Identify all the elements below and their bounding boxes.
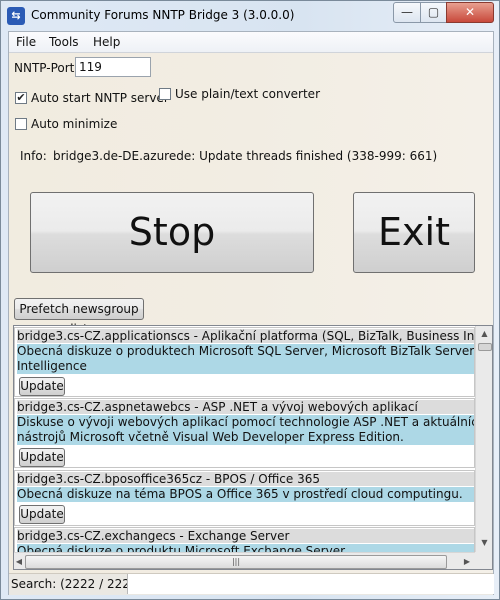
app-icon: ⇆ [7,7,25,25]
list-item: bridge3.cs-CZ.bposoffice365cz - BPOS / O… [14,470,475,526]
vertical-scrollbar[interactable]: ▲ ▼ [475,326,492,552]
exit-button[interactable]: Exit [353,192,475,273]
auto-minimize-label: Auto minimize [31,117,118,131]
scroll-right-icon[interactable]: ▶ [462,557,472,566]
auto-start-label: Auto start NNTP server [31,91,169,105]
update-button[interactable]: Update [19,505,65,524]
newsgroup-title: bridge3.cs-CZ.bposoffice365cz - BPOS / O… [17,472,474,486]
scroll-left-icon[interactable]: ◀ [14,557,24,566]
search-label: Search: (2222 / 2222): [11,577,147,591]
newsgroup-description: Diskuse o vývoji webových aplikací pomoc… [17,415,474,445]
description-line: Intelligence [17,359,87,373]
list-item: bridge3.cs-CZ.applicationscs - Aplikační… [14,327,475,397]
stop-button[interactable]: Stop [30,192,314,273]
newsgroup-title: bridge3.cs-CZ.aspnetawebcs - ASP .NET a … [17,400,474,414]
scroll-down-icon[interactable]: ▼ [476,538,492,547]
search-bar: Search: (2222 / 2222): [9,573,494,595]
plain-text-label: Use plain/text converter [175,87,321,101]
plain-text-checkbox[interactable] [159,88,171,100]
menu-bar: File Tools Help [9,32,493,53]
client-area: File Tools Help NNTP-Port: 119 ✔ Auto st… [8,31,494,595]
info-text: bridge3.de-DE.azurede: Update threads fi… [53,149,438,163]
info-label: Info: [20,149,47,163]
main-window: ⇆ Community Forums NNTP Bridge 3 (3.0.0.… [0,0,500,600]
close-button[interactable]: ✕ [446,2,494,23]
menu-tools[interactable]: Tools [49,35,79,49]
newsgroup-description: Obecná diskuze na téma BPOS a Office 365… [17,487,474,502]
update-button[interactable]: Update [19,448,65,467]
newsgroup-description: Obecná diskuze o produktech Microsoft SQ… [17,344,474,374]
horizontal-scrollbar[interactable]: ◀ ||| ▶ [14,552,475,569]
scrollbar-corner [475,552,492,569]
newsgroup-list[interactable]: bridge3.cs-CZ.applicationscs - Aplikační… [13,325,493,570]
vertical-scroll-thumb[interactable] [478,343,492,351]
menu-help[interactable]: Help [93,35,120,49]
update-button[interactable]: Update [19,377,65,396]
scroll-up-icon[interactable]: ▲ [476,329,492,338]
port-input[interactable]: 119 [75,57,151,77]
newsgroup-title: bridge3.cs-CZ.applicationscs - Aplikační… [17,329,475,343]
newsgroup-title: bridge3.cs-CZ.exchangecs - Exchange Serv… [17,529,474,543]
maximize-button[interactable]: ▢ [420,2,447,23]
prefetch-newsgroup-button[interactable]: Prefetch newsgroup list [14,298,144,336]
minimize-button[interactable]: — [393,2,421,23]
description-line: Diskuse o vývoji webových aplikací pomoc… [17,415,474,429]
port-label: NNTP-Port: [14,61,79,75]
menu-file[interactable]: File [16,35,36,49]
description-line: Obecná diskuze o produktech Microsoft SQ… [17,344,474,358]
search-input[interactable] [127,574,494,594]
horizontal-scroll-thumb[interactable]: ||| [25,555,447,569]
list-item: bridge3.cs-CZ.aspnetawebcs - ASP .NET a … [14,398,475,468]
title-bar[interactable]: ⇆ Community Forums NNTP Bridge 3 (3.0.0.… [1,1,499,31]
description-line: Obecná diskuze na téma BPOS a Office 365… [17,487,463,501]
auto-start-checkbox[interactable]: ✔ [15,92,27,104]
auto-minimize-checkbox[interactable] [15,118,27,130]
description-line: nástrojů Microsoft včetně Visual Web Dev… [17,430,404,444]
window-title: Community Forums NNTP Bridge 3 (3.0.0.0) [31,8,295,22]
